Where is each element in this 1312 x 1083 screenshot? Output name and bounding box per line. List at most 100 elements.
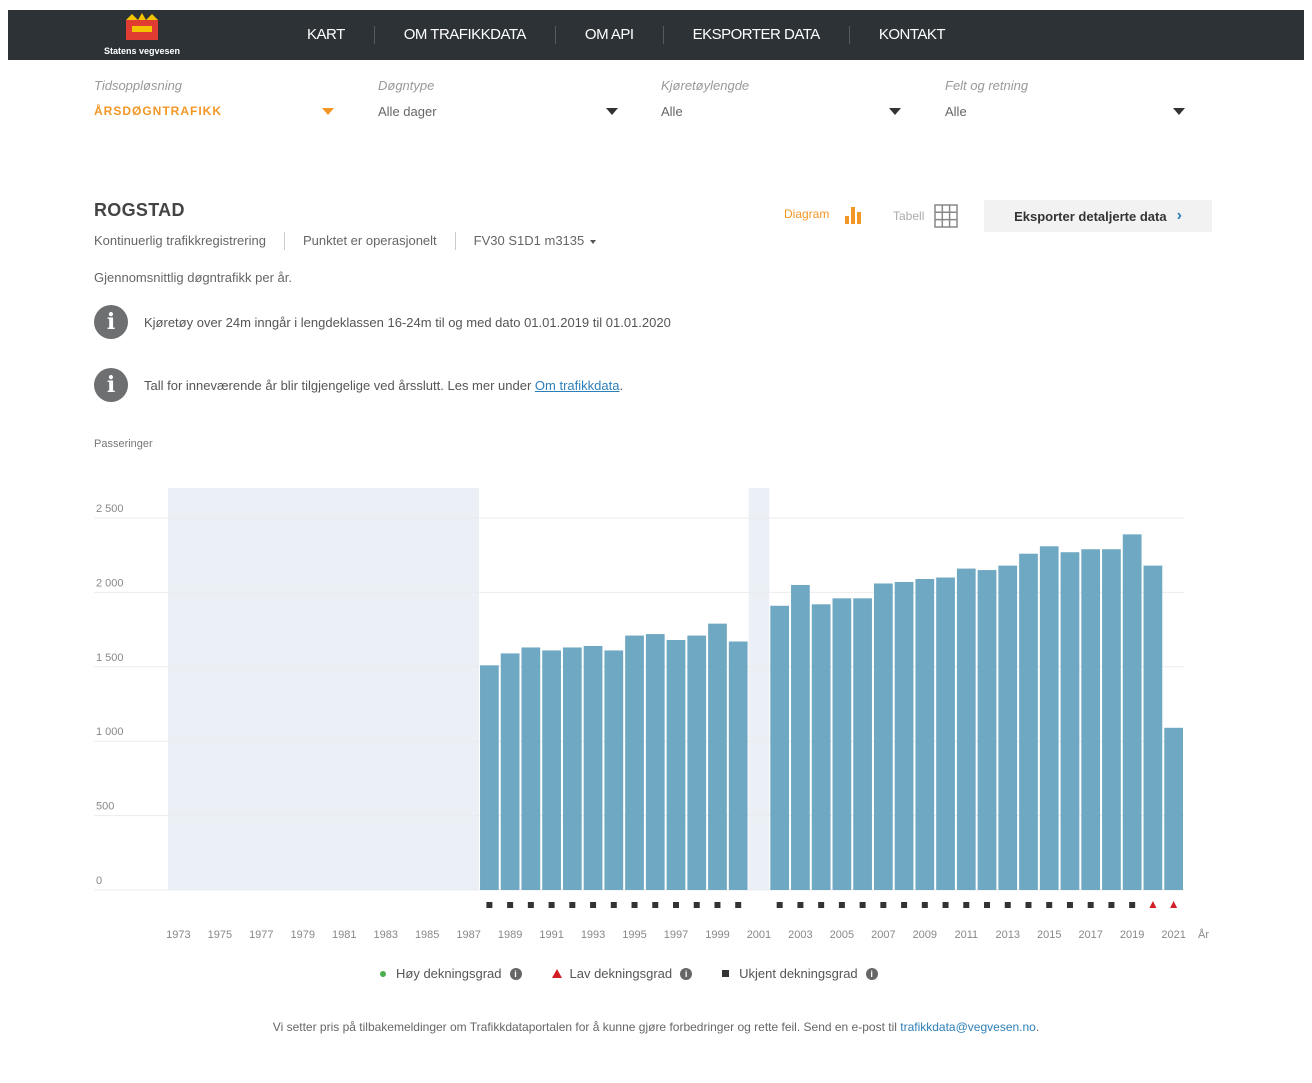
info-notice-current-year: i Tall for inneværende år blir tilgjenge…	[94, 368, 623, 402]
info-notice-vehicle-length: i Kjøretøy over 24m inngår i lengdeklass…	[94, 305, 671, 339]
legend-label: Ukjent dekningsgrad	[739, 966, 858, 981]
filter-day-type[interactable]: Døgntype Alle dager	[378, 78, 618, 122]
registration-type: Kontinuerlig trafikkregistrering	[94, 232, 285, 250]
unknown-coverage-marker	[880, 902, 887, 908]
road-reference-dropdown[interactable]: FV30 S1D1 m3135	[474, 232, 615, 250]
unknown-coverage-marker	[486, 902, 493, 908]
unknown-coverage-marker	[569, 902, 576, 908]
bar	[625, 635, 644, 890]
nav-menu: KART OM TRAFIKKDATA OM API EKSPORTER DAT…	[278, 10, 974, 60]
unknown-coverage-marker	[527, 902, 534, 908]
station-meta: Kontinuerlig trafikkregistrering Punktet…	[94, 232, 632, 250]
x-tick-label: 2011	[954, 929, 978, 941]
bar	[728, 641, 748, 890]
y-tick-label: 2 000	[96, 577, 124, 589]
export-detailed-data-button[interactable]: Eksporter detaljerte data ›	[984, 200, 1212, 232]
feedback-email-link[interactable]: trafikkdata@vegvesen.no	[900, 1020, 1036, 1034]
legend-high-coverage[interactable]: Høy dekningsgrad i	[380, 966, 522, 981]
filter-value-text: Alle	[661, 104, 683, 119]
unknown-coverage-marker	[901, 902, 908, 908]
nav-item-om-api[interactable]: OM API	[556, 26, 664, 44]
unknown-coverage-marker	[590, 902, 597, 908]
no-data-region	[168, 488, 480, 890]
y-tick-label: 1 000	[96, 726, 124, 738]
bar	[583, 645, 603, 890]
unknown-coverage-marker	[797, 902, 804, 908]
bar	[915, 579, 935, 890]
chevron-right-icon: ›	[1176, 207, 1182, 224]
bar	[1102, 549, 1121, 890]
unknown-coverage-marker	[714, 902, 721, 908]
filter-time-resolution[interactable]: Tidsoppløsning ÅRSDØGNTRAFIKK	[94, 78, 334, 122]
legend-unknown-coverage[interactable]: Ukjent dekningsgrad i	[722, 966, 878, 981]
filter-value-text: Alle	[945, 104, 967, 119]
legend-label: Lav dekningsgrad	[569, 966, 673, 981]
legend-label: Høy dekningsgrad	[396, 966, 502, 981]
unknown-coverage-marker	[693, 902, 700, 908]
y-tick-label: 0	[96, 875, 102, 887]
x-tick-label: 1987	[456, 929, 480, 941]
unknown-coverage-marker	[610, 902, 617, 908]
x-tick-label: 1973	[166, 929, 190, 941]
x-tick-label: 1981	[332, 929, 356, 941]
filter-value[interactable]: ÅRSDØGNTRAFIKK	[94, 104, 334, 122]
nav-item-kart[interactable]: KART	[278, 26, 375, 44]
x-axis-title: År	[1198, 928, 1209, 941]
filter-label: Tidsoppløsning	[94, 78, 183, 93]
x-tick-label: 1979	[291, 929, 315, 941]
operational-status: Punktet er operasjonelt	[303, 232, 456, 250]
footer-end: .	[1035, 1020, 1040, 1034]
nav-item-eksporter-data[interactable]: EKSPORTER DATA	[664, 26, 850, 44]
x-tick-label: 1985	[415, 929, 439, 941]
diagram-toggle[interactable]: Diagram	[784, 204, 865, 224]
page-title: ROGSTAD	[94, 200, 185, 220]
bar	[832, 598, 852, 890]
bar	[1164, 727, 1183, 890]
legend-low-coverage[interactable]: Lav dekningsgrad i	[551, 966, 693, 981]
x-tick-label: 1999	[705, 929, 729, 941]
road-reference-text: FV30 S1D1 m3135	[473, 233, 585, 248]
nav-item-om-trafikkdata[interactable]: OM TRAFIKKDATA	[375, 26, 556, 44]
low-coverage-marker	[1170, 901, 1178, 908]
filter-label: Felt og retning	[945, 78, 1029, 93]
chevron-down-icon	[606, 108, 618, 115]
unknown-coverage-marker	[673, 902, 679, 908]
chart-description: Gjennomsnittlig døgntrafikk per år.	[94, 270, 292, 285]
bar	[708, 623, 727, 890]
info-icon[interactable]: i	[509, 967, 522, 980]
bar	[666, 640, 686, 890]
bar	[687, 635, 707, 890]
x-tick-label: 2017	[1078, 929, 1102, 941]
unknown-coverage-marker	[963, 902, 970, 908]
info-icon[interactable]: i	[680, 967, 693, 980]
filter-value[interactable]: Alle dager	[378, 104, 618, 122]
filter-vehicle-length[interactable]: Kjøretøylengde Alle	[661, 78, 901, 122]
om-trafikkdata-link[interactable]: Om trafikkdata	[535, 378, 620, 393]
brand-logo[interactable]: Statens vegvesen	[92, 12, 192, 58]
filter-value[interactable]: Alle	[945, 104, 1185, 122]
filter-label: Kjøretøylengde	[661, 78, 750, 93]
x-tick-label: 2021	[1161, 929, 1185, 941]
unknown-coverage-marker	[631, 902, 638, 908]
unknown-coverage-marker	[1087, 902, 1094, 908]
bar	[811, 604, 831, 890]
unknown-coverage-marker	[1108, 902, 1115, 908]
x-tick-label: 2001	[747, 929, 771, 941]
filter-label: Døgntype	[378, 78, 435, 93]
dark-square-icon	[722, 970, 730, 977]
info-icon[interactable]: i	[865, 967, 878, 980]
nav-item-kontakt[interactable]: KONTAKT	[850, 26, 974, 44]
table-toggle[interactable]: Tabell	[893, 204, 959, 228]
x-tick-label: 2003	[788, 929, 812, 941]
bar	[770, 605, 790, 890]
bar	[480, 665, 499, 890]
unknown-coverage-marker	[776, 902, 783, 908]
bar	[1039, 546, 1059, 890]
info-icon: i	[94, 368, 128, 402]
unknown-coverage-marker	[652, 902, 659, 908]
y-tick-label: 2 500	[96, 503, 124, 515]
filter-value[interactable]: Alle	[661, 104, 901, 122]
chevron-down-icon	[322, 108, 334, 115]
filter-lane-direction[interactable]: Felt og retning Alle	[945, 78, 1185, 122]
x-tick-label: 1989	[498, 929, 522, 941]
